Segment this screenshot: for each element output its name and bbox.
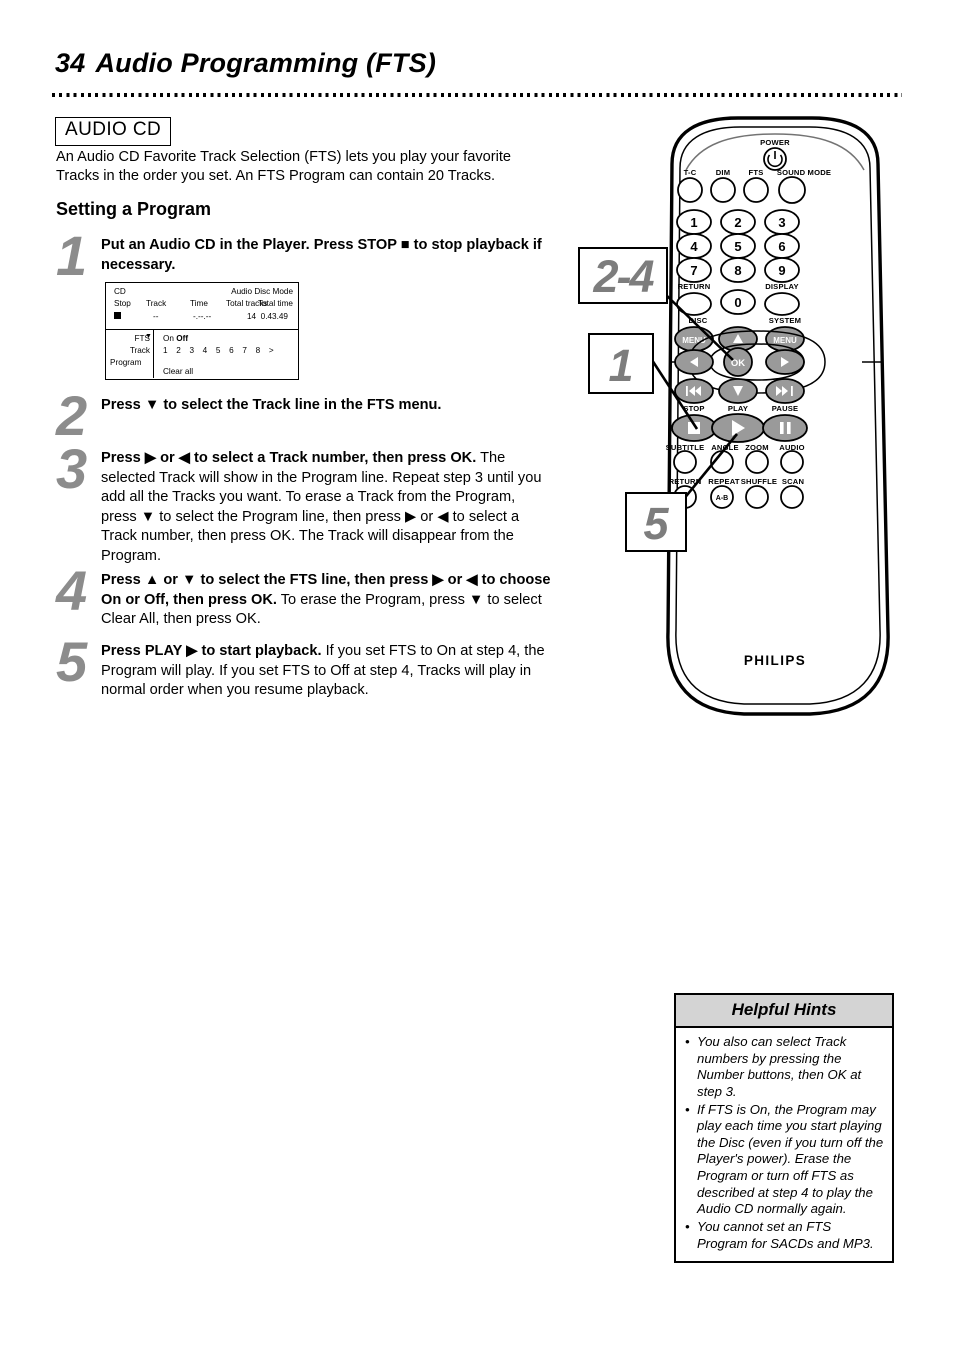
helpful-hints-list: You also can select Track numbers by pre…: [676, 1028, 892, 1261]
callout-1-label: 1: [608, 340, 634, 391]
step-3: 3 Press ▶ or ◀ to select a Track number,…: [56, 441, 551, 566]
page-title: 34 Audio Programming (FTS): [55, 48, 436, 79]
remote-label-dim: DIM: [716, 168, 731, 177]
callout-2-4-label: 2-4: [593, 251, 654, 302]
osd-value-total-time: 0.43.49: [260, 312, 288, 321]
svg-text:9: 9: [778, 263, 785, 278]
osd-clear-all: Clear all: [163, 367, 194, 376]
callout-5: 5: [625, 492, 687, 552]
remote-label-return: RETURN: [678, 282, 711, 291]
remote-label-sound-mode: SOUND MODE: [777, 168, 831, 177]
remote-label-stop: STOP: [683, 404, 704, 413]
step-3-rest: The selected Track will show in the Prog…: [101, 450, 542, 564]
osd-header-state: Stop: [114, 299, 131, 308]
osd-program-label: Program: [110, 358, 142, 367]
step-5-number: 5: [56, 630, 87, 693]
remote-label-return-2: RETURN: [669, 477, 702, 486]
step-2-text: Press ▼ to select the Track line in the …: [101, 396, 551, 416]
step-5-text: Press PLAY ▶ to start playback. If you s…: [101, 642, 551, 701]
svg-text:8: 8: [734, 263, 741, 278]
hint-item: You also can select Track numbers by pre…: [684, 1034, 884, 1101]
osd-header-track: Track: [146, 299, 167, 308]
stop-icon: [688, 422, 700, 434]
intro-paragraph: An Audio CD Favorite Track Selection (FT…: [56, 149, 512, 185]
svg-text:5: 5: [734, 239, 741, 254]
osd-fts-on: On: [163, 334, 174, 343]
osd-menu-divider: [153, 330, 155, 378]
pause-button: [762, 414, 808, 442]
osd-fts-off: Off: [176, 334, 189, 343]
step-1-text: Put an Audio CD in the Player. Press STO…: [101, 236, 551, 275]
remote-label-fts: FTS: [749, 168, 764, 177]
remote-label-repeat: REPEAT: [708, 477, 740, 486]
osd-status-area: CD Audio Disc Mode Stop Track Time Total…: [106, 283, 298, 330]
step-3-number: 3: [56, 437, 87, 500]
svg-text:7: 7: [690, 263, 697, 278]
svg-text:OK: OK: [731, 358, 745, 369]
step-1: 1 Put an Audio CD in the Player. Press S…: [56, 228, 551, 284]
step-4-number: 4: [56, 559, 87, 622]
step-1-bold: Put an Audio CD in the Player. Press STO…: [101, 237, 542, 273]
step-3-text: Press ▶ or ◀ to select a Track number, t…: [101, 449, 551, 566]
svg-text:MENU: MENU: [773, 336, 797, 345]
osd-value-total-tracks: 14: [247, 312, 257, 321]
step-1-number: 1: [56, 224, 87, 287]
svg-text:2: 2: [734, 215, 741, 230]
step-5: 5 Press PLAY ▶ to start playback. If you…: [56, 634, 551, 701]
hint-item: If FTS is On, the Program may play each …: [684, 1102, 884, 1218]
cd-osd-panel: CD Audio Disc Mode Stop Track Time Total…: [105, 282, 299, 380]
callout-2-4: 2-4: [578, 247, 668, 304]
caret-down-icon: ▼: [145, 333, 152, 340]
step-2: 2 Press ▼ to select the Track line in th…: [56, 388, 551, 444]
remote-label-display: DISPLAY: [765, 282, 799, 291]
step-4: 4 Press ▲ or ▼ to select the FTS line, t…: [56, 563, 551, 630]
svg-text:A-B: A-B: [716, 495, 728, 502]
osd-disc-mode: Audio Disc Mode: [231, 287, 293, 296]
step-3-bold: Press ▶ or ◀ to select a Track number, t…: [101, 450, 477, 466]
svg-text:4: 4: [690, 239, 698, 254]
remote-label-power: POWER: [760, 138, 790, 147]
callout-1: 1: [588, 333, 654, 394]
title-divider: [52, 93, 902, 97]
remote-brand: PHILIPS: [744, 653, 806, 668]
section-heading: Setting a Program: [56, 199, 212, 219]
hint-item: You cannot set an FTS Program for SACDs …: [684, 1219, 884, 1252]
svg-text:3: 3: [778, 215, 785, 230]
osd-value-time: -.--.--: [193, 312, 212, 321]
osd-track-numbers: 1 2 3 4 5 6 7 8 >: [163, 346, 277, 355]
step-2-bold: Press ▼ to select the Track line in the …: [101, 397, 442, 413]
svg-text:6: 6: [778, 239, 785, 254]
remote-label-disc: DISC: [689, 316, 708, 325]
osd-stop-icon: [114, 312, 121, 321]
remote-label-tc: T-C: [684, 168, 697, 177]
remote-control-illustration: .body-out { fill:#fff; stroke:#000; stro…: [652, 112, 910, 722]
osd-header-total-time: Total time: [257, 299, 293, 308]
callout-5-label: 5: [643, 498, 669, 549]
osd-disc-type: CD: [114, 287, 126, 296]
osd-fts-menu: FTS ▼ Track Program On Off 1 2 3 4 5 6 7…: [106, 330, 298, 378]
remote-label-shuffle: SHUFFLE: [741, 477, 777, 486]
osd-fts-onoff: On Off: [163, 334, 188, 343]
page-number: 34: [55, 48, 86, 78]
osd-header-time: Time: [190, 299, 208, 308]
svg-text:1: 1: [690, 215, 697, 230]
svg-text:0: 0: [734, 295, 741, 310]
audio-cd-badge: AUDIO CD: [55, 117, 172, 146]
remote-label-scan: SCAN: [782, 477, 804, 486]
page-title-text: Audio Programming (FTS): [95, 48, 437, 78]
step-5-bold: Press PLAY ▶ to start playback.: [101, 643, 322, 659]
helpful-hints-title: Helpful Hints: [676, 995, 892, 1028]
remote-label-play: PLAY: [728, 404, 748, 413]
remote-label-system: SYSTEM: [769, 316, 801, 325]
osd-value-track: --: [153, 312, 159, 321]
remote-label-pause: PAUSE: [772, 404, 799, 413]
osd-track-label: Track: [129, 346, 150, 355]
step-2-number: 2: [56, 384, 87, 447]
step-4-text: Press ▲ or ▼ to select the FTS line, the…: [101, 571, 551, 630]
helpful-hints-box: Helpful Hints You also can select Track …: [674, 993, 894, 1264]
